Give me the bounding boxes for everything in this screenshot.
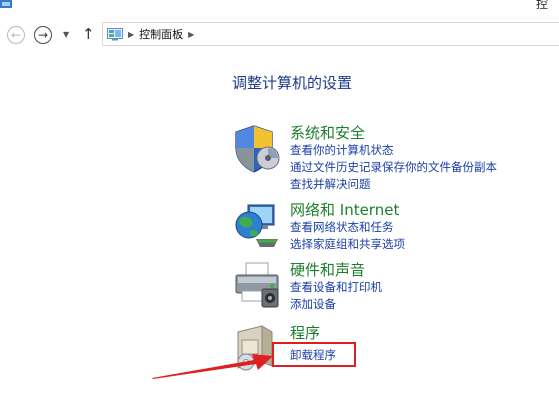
control-panel-icon: [107, 27, 123, 40]
back-arrow-icon: ←: [10, 28, 22, 42]
window-title: 控: [536, 0, 549, 11]
title-bar: 控: [0, 0, 559, 18]
address-bar[interactable]: ▶ 控制面板 ▶: [102, 22, 559, 46]
up-button[interactable]: ↑: [82, 25, 95, 43]
link-network-status-tasks[interactable]: 查看网络状态和任务: [290, 219, 394, 235]
link-homegroup-sharing[interactable]: 选择家庭组和共享选项: [290, 236, 405, 252]
shield-icon[interactable]: [232, 122, 282, 174]
forward-arrow-icon: →: [37, 28, 49, 42]
network-globe-icon[interactable]: [232, 199, 282, 251]
red-arrow-icon: [152, 354, 273, 379]
recent-locations-dropdown[interactable]: ▼: [63, 30, 69, 39]
category-title[interactable]: 程序: [290, 322, 320, 343]
link-view-computer-status[interactable]: 查看你的计算机状态: [290, 142, 394, 158]
control-panel-app-icon: [0, 0, 12, 8]
highlight-box: [272, 342, 356, 367]
link-devices-printers[interactable]: 查看设备和打印机: [290, 279, 382, 295]
link-file-history-backup[interactable]: 通过文件历史记录保存你的文件备份副本: [290, 159, 497, 175]
link-troubleshoot[interactable]: 查找并解决问题: [290, 176, 371, 192]
forward-button[interactable]: →: [34, 26, 52, 44]
up-arrow-icon: ↑: [82, 25, 95, 43]
breadcrumb-separator-icon[interactable]: ▶: [128, 30, 134, 39]
category-title[interactable]: 网络和 Internet: [290, 199, 399, 220]
link-add-device[interactable]: 添加设备: [290, 296, 336, 312]
breadcrumb-separator-icon[interactable]: ▶: [188, 30, 194, 39]
back-button[interactable]: ←: [7, 26, 25, 44]
category-title[interactable]: 系统和安全: [290, 122, 365, 143]
printer-icon[interactable]: [232, 259, 282, 311]
page-title: 调整计算机的设置: [232, 74, 353, 92]
control-panel-window: 控 ← → ▼ ↑ ▶ 控制面板 ▶ 调整计算机的设置 系统和安全 查看你的计算…: [0, 0, 559, 404]
breadcrumb-control-panel[interactable]: 控制面板: [139, 26, 183, 42]
category-title[interactable]: 硬件和声音: [290, 259, 365, 280]
